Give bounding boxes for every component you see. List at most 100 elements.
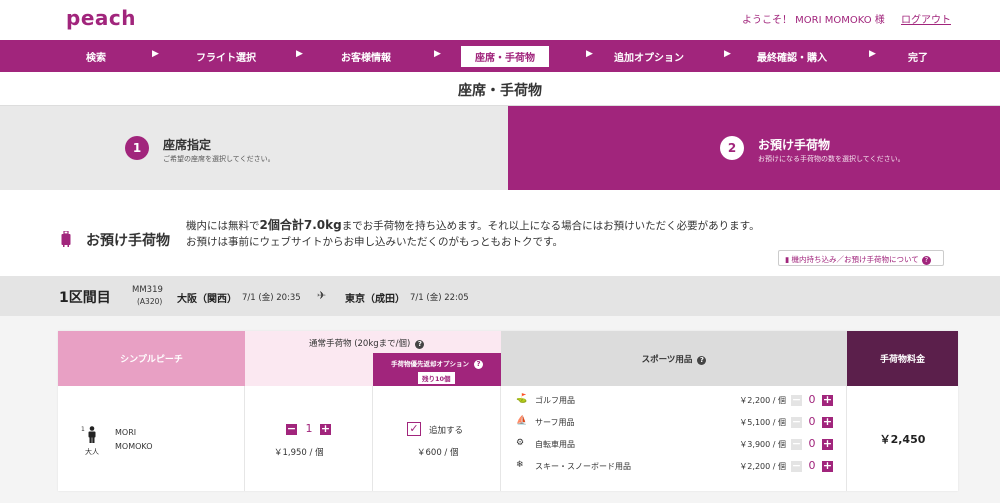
- normal-baggage-label: 通常手荷物 (20kgまで/個)?: [309, 337, 425, 349]
- normal-baggage-increase-button[interactable]: +: [320, 423, 331, 435]
- step-customer-info: お客様情報: [341, 53, 391, 64]
- passenger-type: 大人: [85, 448, 99, 456]
- luggage-icon: [61, 231, 71, 247]
- substep-number: 2: [720, 136, 744, 160]
- golf-increase-button[interactable]: +: [822, 394, 833, 406]
- sport-name: 自転車用品: [535, 440, 575, 449]
- baggage-fee-cell: ￥2,450: [847, 386, 958, 491]
- surfboard-icon: ⛵: [516, 416, 528, 426]
- sport-name: スキー・スノーボード用品: [535, 462, 631, 471]
- bicycle-increase-button[interactable]: +: [822, 438, 833, 450]
- normal-baggage-price: ￥1,950 / 個: [274, 448, 324, 458]
- step-arrow-icon: ▶: [586, 49, 593, 59]
- departure-time: 7/1 (金) 20:35: [242, 293, 301, 303]
- ski-icon: ❄: [516, 460, 524, 470]
- progress-steps: 検索 ▶ フライト選択 ▶ お客様情報 ▶ 座席・手荷物 ▶ 追加オプション ▶…: [0, 40, 1000, 72]
- sport-price: ￥3,900 / 個: [739, 440, 786, 449]
- golf-quantity: 0: [808, 393, 816, 406]
- bicycle-icon: ⚙: [516, 438, 525, 448]
- step-arrow-icon: ▶: [869, 49, 876, 59]
- baggage-title: お預け手荷物: [86, 233, 170, 249]
- substep-title: お預け手荷物: [758, 138, 831, 152]
- baggage-fee-total: ￥2,450: [879, 433, 926, 446]
- sports-equipment-cell: ⛳ ゴルフ用品 ￥2,200 / 個 − 0 + ⛵ サーフ用品 ￥5,100 …: [501, 386, 847, 491]
- help-icon[interactable]: ?: [415, 340, 425, 349]
- priority-return-cell: ✓ 追加する ￥600 / 個: [373, 386, 501, 491]
- ski-decrease-button[interactable]: −: [791, 460, 802, 472]
- sport-price: ￥5,100 / 個: [739, 418, 786, 427]
- baggage-info-line2: お預けは事前にウェブサイトからお申し込みいただくのがもっともおトクです。: [186, 236, 563, 248]
- flight-number: MM319: [132, 285, 163, 295]
- sports-row-bicycle: ⚙ 自転車用品 ￥3,900 / 個 − 0 +: [501, 434, 847, 456]
- normal-baggage-decrease-button[interactable]: −: [286, 423, 297, 435]
- step-arrow-icon: ▶: [296, 49, 303, 59]
- passenger-cell: 1 大人 MORI MOMOKO: [58, 386, 245, 491]
- normal-baggage-quantity: 1: [305, 422, 313, 435]
- adult-person-icon: [88, 426, 96, 443]
- aircraft-type: (A320): [137, 297, 163, 306]
- bicycle-decrease-button[interactable]: −: [791, 438, 802, 450]
- help-icon: ?: [921, 256, 931, 265]
- surf-decrease-button[interactable]: −: [791, 416, 802, 428]
- priority-return-add-label[interactable]: 追加する: [429, 424, 463, 436]
- sport-name: ゴルフ用品: [535, 396, 575, 405]
- segment-label: 1区間目: [59, 290, 111, 306]
- baggage-info-section: お預け手荷物 機内には無料で2個合計7.0kgまでお手荷物を持ち込めます。それ以…: [0, 190, 1000, 276]
- substep-description: お預けになる手荷物の数を選択してください。: [758, 155, 905, 163]
- peach-logo[interactable]: peach: [66, 6, 136, 30]
- substep-checked-baggage[interactable]: 2 お預け手荷物 お預けになる手荷物の数を選択してください。: [508, 106, 1000, 190]
- page-title: 座席・手荷物: [0, 72, 1000, 106]
- fare-type-header: シンプルピーチ: [58, 331, 245, 386]
- baggage-rules-link[interactable]: ▮ 機内持ち込み／お預け手荷物について?: [778, 250, 944, 266]
- baggage-fee-header: 手荷物料金: [847, 331, 958, 386]
- top-header: peach ようこそ！ MORI MOMOKO 様 ログアウト: [0, 0, 1000, 40]
- step-arrow-icon: ▶: [724, 49, 731, 59]
- surf-quantity: 0: [808, 415, 816, 428]
- step-arrow-icon: ▶: [434, 49, 441, 59]
- sports-equipment-header: スポーツ用品?: [501, 331, 847, 386]
- surf-increase-button[interactable]: +: [822, 416, 833, 428]
- arrival-city: 東京（成田）: [345, 294, 405, 305]
- step-add-options: 追加オプション: [614, 53, 684, 64]
- baggage-table: シンプルピーチ 通常手荷物 (20kgまで/個)? 手荷物優先返却オプション? …: [58, 331, 958, 491]
- welcome-message: ようこそ！ MORI MOMOKO 様: [742, 15, 885, 26]
- sports-row-surf: ⛵ サーフ用品 ￥5,100 / 個 − 0 +: [501, 412, 847, 434]
- substep-seat-selection[interactable]: 1 座席指定 ご希望の座席を選択してください。: [0, 106, 508, 190]
- step-flight-select: フライト選択: [196, 53, 256, 64]
- normal-baggage-cell: − 1 + ￥1,950 / 個: [245, 386, 373, 491]
- step-seat-baggage: 座席・手荷物: [461, 46, 549, 67]
- priority-return-header: 手荷物優先返却オプション? 残り10個: [373, 353, 501, 386]
- help-icon[interactable]: ?: [697, 356, 707, 365]
- step-search: 検索: [86, 53, 106, 64]
- golf-bag-icon: ⛳: [516, 394, 528, 404]
- passenger-number: 1: [81, 426, 85, 433]
- departure-city: 大阪（関西）: [177, 294, 237, 305]
- ski-quantity: 0: [808, 459, 816, 472]
- bicycle-quantity: 0: [808, 437, 816, 450]
- ski-increase-button[interactable]: +: [822, 460, 833, 472]
- step-confirm-purchase: 最終確認・購入: [757, 53, 827, 64]
- flight-segment-bar: 1区間目 MM319 (A320) 大阪（関西） 7/1 (金) 20:35 ✈…: [0, 276, 1000, 316]
- sports-row-ski: ❄ スキー・スノーボード用品 ￥2,200 / 個 − 0 +: [501, 456, 847, 478]
- priority-return-price: ￥600 / 個: [417, 448, 459, 458]
- help-icon[interactable]: ?: [474, 360, 483, 369]
- airplane-icon: ✈: [317, 289, 327, 302]
- sports-row-golf: ⛳ ゴルフ用品 ￥2,200 / 個 − 0 +: [501, 390, 847, 412]
- passenger-last-name: MORI: [115, 428, 137, 437]
- remaining-count-badge: 残り10個: [418, 372, 455, 384]
- baggage-info-line1: 機内には無料で2個合計7.0kgまでお手荷物を持ち込めます。それ以上になる場合に…: [186, 218, 760, 232]
- sport-price: ￥2,200 / 個: [739, 462, 786, 471]
- small-luggage-icon: ▮: [785, 255, 790, 264]
- step-arrow-icon: ▶: [152, 49, 159, 59]
- passenger-first-name: MOMOKO: [115, 442, 153, 451]
- logout-link[interactable]: ログアウト: [901, 11, 951, 26]
- sport-name: サーフ用品: [535, 418, 575, 427]
- arrival-time: 7/1 (金) 22:05: [410, 293, 469, 303]
- priority-return-checkbox[interactable]: ✓: [407, 422, 421, 436]
- sport-price: ￥2,200 / 個: [739, 396, 786, 405]
- golf-decrease-button[interactable]: −: [791, 394, 802, 406]
- substep-description: ご希望の座席を選択してください。: [163, 155, 275, 163]
- priority-return-label: 手荷物優先返却オプション?: [373, 358, 501, 369]
- normal-baggage-header: 通常手荷物 (20kgまで/個)? 手荷物優先返却オプション? 残り10個: [245, 331, 501, 386]
- substep-title: 座席指定: [163, 138, 212, 152]
